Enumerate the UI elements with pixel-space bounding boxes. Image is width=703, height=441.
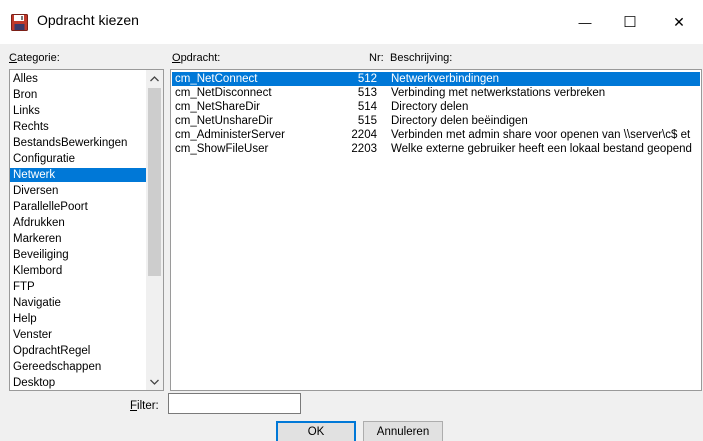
minimize-icon: —: [578, 14, 592, 30]
category-item[interactable]: ParallellePoort: [10, 200, 147, 214]
command-name: cm_NetDisconnect: [175, 87, 272, 99]
scrollbar-thumb[interactable]: [148, 88, 161, 276]
category-item[interactable]: Links: [10, 104, 147, 118]
command-nr: 2203: [351, 143, 377, 155]
category-item[interactable]: OpdrachtRegel: [10, 344, 147, 358]
category-scrollbar[interactable]: [146, 70, 163, 390]
command-row[interactable]: cm_NetDisconnect 513 Verbinding met netwer…: [172, 86, 700, 100]
command-name: cm_AdministerServer: [175, 129, 285, 141]
command-row[interactable]: cm_NetShareDir 514 Directory delen: [172, 100, 700, 114]
maximize-icon: ☐: [623, 14, 637, 31]
category-item[interactable]: Netwerk: [10, 168, 147, 182]
command-description: Directory delen beëindigen: [391, 115, 528, 127]
maximize-button[interactable]: ☐: [607, 0, 653, 44]
chevron-up-icon: [150, 75, 159, 81]
filter-label-rest: ilter:: [137, 400, 159, 412]
command-name: cm_NetUnshareDir: [175, 115, 273, 127]
description-header: Beschrijving:: [390, 52, 453, 64]
scroll-up-button[interactable]: [146, 70, 163, 87]
category-item[interactable]: Bron: [10, 88, 147, 102]
scroll-down-button[interactable]: [146, 373, 163, 390]
command-nr: 512: [357, 73, 377, 85]
category-item[interactable]: Markeren: [10, 232, 147, 246]
category-item[interactable]: Configuratie: [10, 152, 147, 166]
category-item[interactable]: FTP: [10, 280, 147, 294]
category-item[interactable]: BestandsBewerkingen: [10, 136, 147, 150]
filter-label: Filter:: [130, 400, 159, 412]
category-item[interactable]: Afdrukken: [10, 216, 147, 230]
save-disk-icon: [11, 14, 28, 31]
category-item[interactable]: Help: [10, 312, 147, 326]
command-description: Welke externe gebruiker heeft een lokaal…: [391, 143, 692, 155]
command-header: Opdracht:: [172, 52, 220, 64]
category-item[interactable]: Navigatie: [10, 296, 147, 310]
category-header-accel: C: [9, 52, 17, 64]
command-header-rest: pdracht:: [180, 52, 221, 64]
minimize-button[interactable]: —: [562, 0, 608, 44]
title-bar: Opdracht kiezen — ☐ ✕: [0, 0, 703, 44]
chevron-down-icon: [150, 379, 159, 385]
category-item[interactable]: Gereedschappen: [10, 360, 147, 374]
category-header: Categorie:: [9, 52, 60, 64]
category-item[interactable]: Desktop: [10, 376, 147, 390]
close-icon: ✕: [673, 13, 685, 30]
window-title: Opdracht kiezen: [37, 12, 139, 28]
command-description: Verbinden met admin share voor openen va…: [391, 129, 691, 141]
command-list[interactable]: cm_NetConnect 512 Netwerkverbindingen cm_Ne…: [170, 69, 702, 391]
command-nr: 515: [357, 115, 377, 127]
command-name: cm_NetConnect: [175, 73, 258, 85]
command-description: Directory delen: [391, 101, 469, 113]
command-description: Verbinding met netwerkstations verbreken: [391, 87, 606, 99]
category-item[interactable]: Klembord: [10, 264, 147, 278]
nr-header: Nr:: [369, 52, 384, 64]
category-item[interactable]: Beveiliging: [10, 248, 147, 262]
cancel-button[interactable]: Annuleren: [363, 421, 443, 441]
category-header-rest: ategorie:: [16, 52, 60, 64]
command-row[interactable]: cm_NetUnshareDir 515 Directory delen beëin…: [172, 114, 700, 128]
ok-button[interactable]: OK: [276, 421, 356, 441]
filter-label-accel: F: [130, 400, 138, 412]
command-header-accel: O: [172, 52, 181, 64]
command-name: cm_ShowFileUser: [175, 143, 269, 155]
category-list[interactable]: Alles Bron Links Rechts BestandsBewerkingen C…: [9, 69, 164, 391]
command-nr: 513: [357, 87, 377, 99]
command-nr: 514: [357, 101, 377, 113]
command-description: Netwerkverbindingen: [391, 73, 500, 85]
category-item[interactable]: Diversen: [10, 184, 147, 198]
category-item[interactable]: Alles: [10, 72, 147, 86]
close-button[interactable]: ✕: [656, 0, 702, 44]
command-nr: 2204: [351, 129, 377, 141]
command-name: cm_NetShareDir: [175, 101, 260, 113]
command-row[interactable]: cm_ShowFileUser 2203 Welke externe gebruik…: [172, 142, 700, 156]
command-row[interactable]: cm_NetConnect 512 Netwerkverbindingen: [172, 72, 700, 86]
filter-input[interactable]: [168, 393, 301, 414]
category-item[interactable]: Venster: [10, 328, 147, 342]
command-row[interactable]: cm_AdministerServer 2204 Verbinden met adm…: [172, 128, 700, 142]
category-item[interactable]: Rechts: [10, 120, 147, 134]
